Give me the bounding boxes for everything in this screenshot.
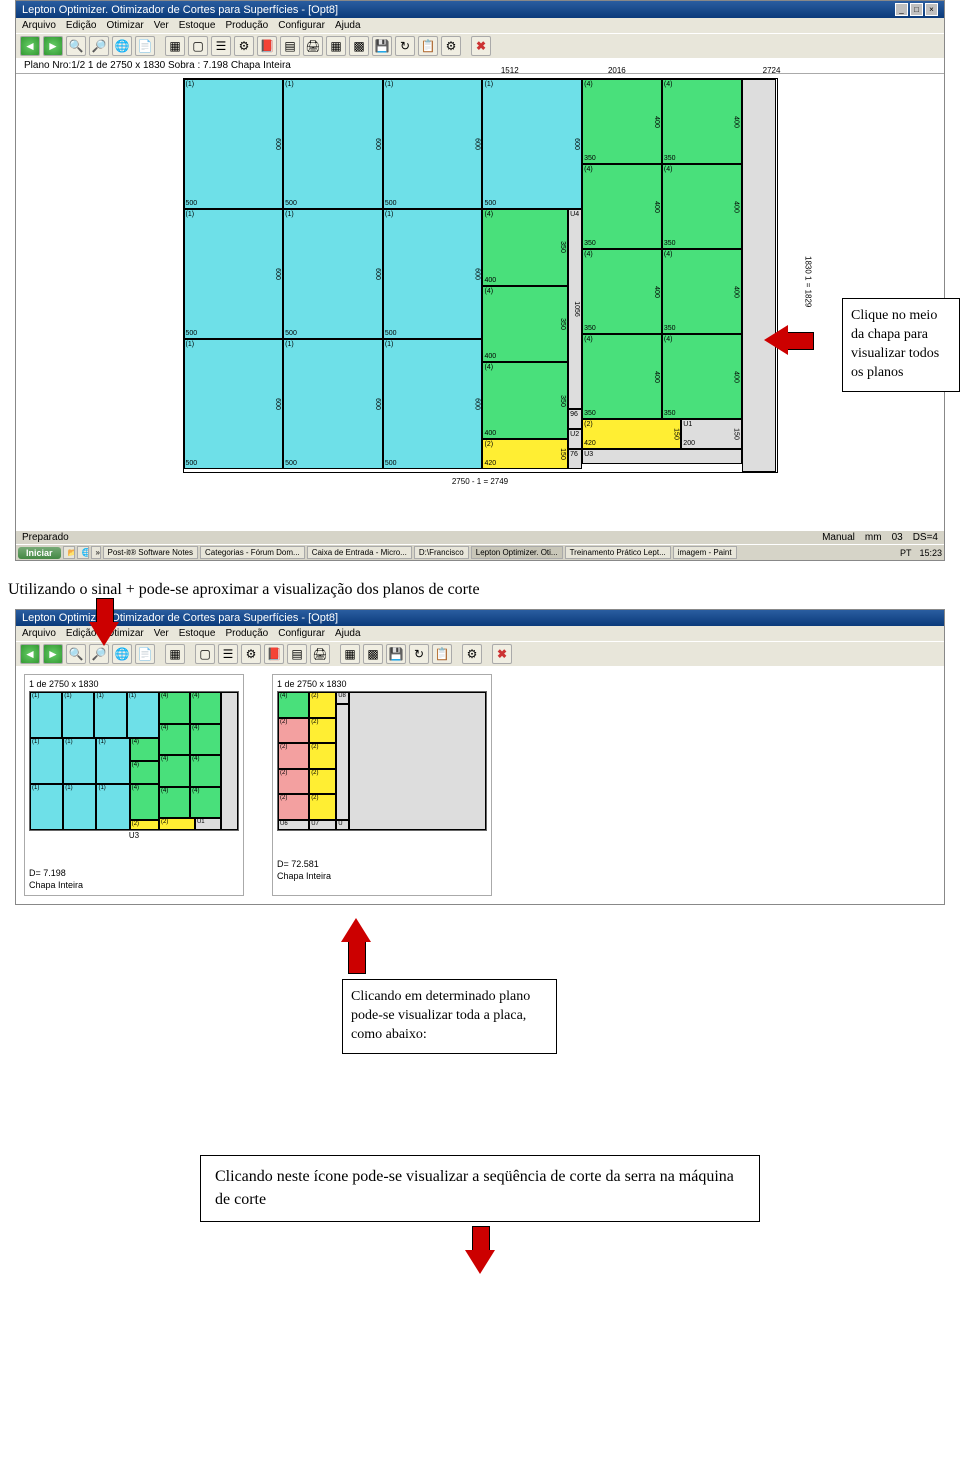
- close-button[interactable]: ×: [925, 3, 938, 16]
- minimize-button[interactable]: _: [895, 3, 908, 16]
- menu-arquivo[interactable]: Arquivo: [22, 628, 56, 639]
- titlebar: Lepton Optimizer. Otimizador de Cortes p…: [16, 1, 944, 18]
- diagram-icon[interactable]: ⚙: [234, 36, 254, 56]
- taskbar-item[interactable]: D:\Francisco: [414, 546, 469, 559]
- taskbar-item[interactable]: Post-it® Software Notes: [103, 546, 198, 559]
- red-arrow-icon: [90, 598, 118, 648]
- status-manual: Manual: [822, 532, 855, 543]
- refresh-icon[interactable]: ↻: [395, 36, 415, 56]
- tiles-icon[interactable]: ▩: [363, 644, 383, 664]
- red-arrow-icon: [342, 914, 370, 974]
- delete-icon[interactable]: ✖: [492, 644, 512, 664]
- menu-ver[interactable]: Ver: [154, 628, 169, 639]
- forward-icon[interactable]: ►: [43, 36, 63, 56]
- taskbar-clock: 15:23: [919, 548, 942, 558]
- maximize-button[interactable]: □: [910, 3, 923, 16]
- menu-configurar[interactable]: Configurar: [278, 628, 325, 639]
- plan-thumbnail-2[interactable]: 1 de 2750 x 1830 (4) (2) (2) (2) (2) U6 …: [272, 674, 492, 896]
- print-icon[interactable]: 🖨: [303, 36, 323, 56]
- taskbar-item[interactable]: Treinamento Prático Lept...: [565, 546, 671, 559]
- menu-arquivo[interactable]: Arquivo: [22, 20, 56, 31]
- gear-icon[interactable]: ⚙: [462, 644, 482, 664]
- list-icon[interactable]: ☰: [211, 36, 231, 56]
- save-icon[interactable]: 💾: [386, 644, 406, 664]
- back-icon[interactable]: ◄: [20, 36, 40, 56]
- start-button[interactable]: Iniciar: [18, 547, 61, 559]
- taskbar-item[interactable]: Categorias - Fórum Dom...: [200, 546, 305, 559]
- notes-icon[interactable]: 📋: [432, 644, 452, 664]
- red-arrow-icon: [786, 326, 836, 354]
- labels-icon[interactable]: ▤: [280, 36, 300, 56]
- tiles-icon[interactable]: ▩: [349, 36, 369, 56]
- calendar-icon[interactable]: ▦: [340, 644, 360, 664]
- ruler-bottom: 2750 - 1 = 2749: [183, 477, 778, 486]
- zoom-in-icon[interactable]: 🔍: [66, 644, 86, 664]
- taskbar-item[interactable]: imagem - Paint: [673, 546, 737, 559]
- menu-producao[interactable]: Produção: [225, 20, 268, 31]
- status-ds: DS=4: [913, 532, 938, 543]
- zoom-in-icon[interactable]: 🔍: [66, 36, 86, 56]
- document-icon[interactable]: 📄: [135, 36, 155, 56]
- gear-icon[interactable]: ⚙: [441, 36, 461, 56]
- status-mm: mm: [865, 532, 882, 543]
- cutting-plate[interactable]: (1)600500 (1)600500 (1)600500 (1)600500 …: [183, 78, 778, 473]
- thumbs-area: 1 de 2750 x 1830 (1) (1) (1) (1) (1) (1)…: [16, 666, 944, 904]
- save-icon[interactable]: 💾: [372, 36, 392, 56]
- refresh-icon[interactable]: ↻: [409, 644, 429, 664]
- app-window-1: Lepton Optimizer. Otimizador de Cortes p…: [15, 0, 945, 561]
- callout-box-2: Clicando em determinado plano pode-se vi…: [342, 979, 557, 1054]
- menu-edicao[interactable]: Edição: [66, 20, 97, 31]
- zoom-out-icon[interactable]: 🔎: [89, 36, 109, 56]
- status-03: 03: [892, 532, 903, 543]
- menu-estoque[interactable]: Estoque: [179, 628, 216, 639]
- globe-icon[interactable]: 🌐: [112, 36, 132, 56]
- menu-estoque[interactable]: Estoque: [179, 20, 216, 31]
- list-icon[interactable]: ☰: [218, 644, 238, 664]
- grid-icon[interactable]: ▦: [165, 644, 185, 664]
- back-icon[interactable]: ◄: [20, 644, 40, 664]
- toolbar: ◄ ► 🔍 🔎 🌐 📄 ▦ ▢ ☰ ⚙ 📕 ▤ 🖨 ▦ ▩ 💾 ↻ 📋 ⚙ ✖: [16, 33, 944, 58]
- pdf-icon[interactable]: 📕: [264, 644, 284, 664]
- window-title-2: Lepton Optimizer. Otimizador de Cortes p…: [22, 612, 338, 624]
- taskbar-item[interactable]: Caixa de Entrada - Micro...: [307, 546, 412, 559]
- body-paragraph-1: Utilizando o sinal + pode-se aproximar a…: [8, 581, 952, 599]
- document-icon[interactable]: 📄: [135, 644, 155, 664]
- menu-otimizar[interactable]: Otimizar: [106, 20, 143, 31]
- delete-icon[interactable]: ✖: [471, 36, 491, 56]
- app-window-2: Lepton Optimizer. Otimizador de Cortes p…: [15, 609, 945, 905]
- page-icon[interactable]: ▢: [188, 36, 208, 56]
- diagram-icon[interactable]: ⚙: [241, 644, 261, 664]
- menu-ajuda[interactable]: Ajuda: [335, 628, 361, 639]
- print-icon[interactable]: 🖨: [310, 644, 330, 664]
- menubar-2: Arquivo Edição Otimizar Ver Estoque Prod…: [16, 626, 944, 641]
- notes-icon[interactable]: 📋: [418, 36, 438, 56]
- ruler-right: 1830 1 = 1829: [804, 78, 813, 486]
- labels-icon[interactable]: ▤: [287, 644, 307, 664]
- forward-icon[interactable]: ►: [43, 644, 63, 664]
- grid-icon[interactable]: ▦: [165, 36, 185, 56]
- callout-box-1: Clique no meio da chapa para visualizar …: [842, 298, 960, 392]
- toolbar-2: ◄ ► 🔍 🔎 🌐 📄 ▦ ▢ ☰ ⚙ 📕 ▤ 🖨 ▦ ▩ 💾 ↻ 📋 ⚙ ✖: [16, 641, 944, 666]
- menubar: Arquivo Edição Otimizar Ver Estoque Prod…: [16, 18, 944, 33]
- callout-box-3: Clicando neste ícone pode-se visualizar …: [200, 1155, 760, 1222]
- status-left: Preparado: [22, 532, 69, 543]
- ruler-top: 1512 2016 2724: [183, 66, 778, 78]
- statusbar: Preparado Manual mm 03 DS=4: [16, 530, 944, 544]
- calendar-icon[interactable]: ▦: [326, 36, 346, 56]
- taskbar-item-active[interactable]: Lepton Optimizer. Oti...: [471, 546, 563, 559]
- titlebar-2: Lepton Optimizer. Otimizador de Cortes p…: [16, 610, 944, 626]
- page-icon[interactable]: ▢: [195, 644, 215, 664]
- plate-canvas: 1512 2016 2724 (1)600500 (1)600500 (1)60…: [16, 74, 944, 490]
- pdf-icon[interactable]: 📕: [257, 36, 277, 56]
- menu-configurar[interactable]: Configurar: [278, 20, 325, 31]
- menu-producao[interactable]: Produção: [225, 628, 268, 639]
- taskbar-lang: PT: [894, 547, 918, 559]
- taskbar: Iniciar 📂 🌐 » Post-it® Software Notes Ca…: [16, 544, 944, 560]
- red-arrow-icon: [466, 1226, 494, 1276]
- window-title: Lepton Optimizer. Otimizador de Cortes p…: [22, 4, 338, 16]
- plan-thumbnail-1[interactable]: 1 de 2750 x 1830 (1) (1) (1) (1) (1) (1)…: [24, 674, 244, 896]
- menu-ajuda[interactable]: Ajuda: [335, 20, 361, 31]
- menu-ver[interactable]: Ver: [154, 20, 169, 31]
